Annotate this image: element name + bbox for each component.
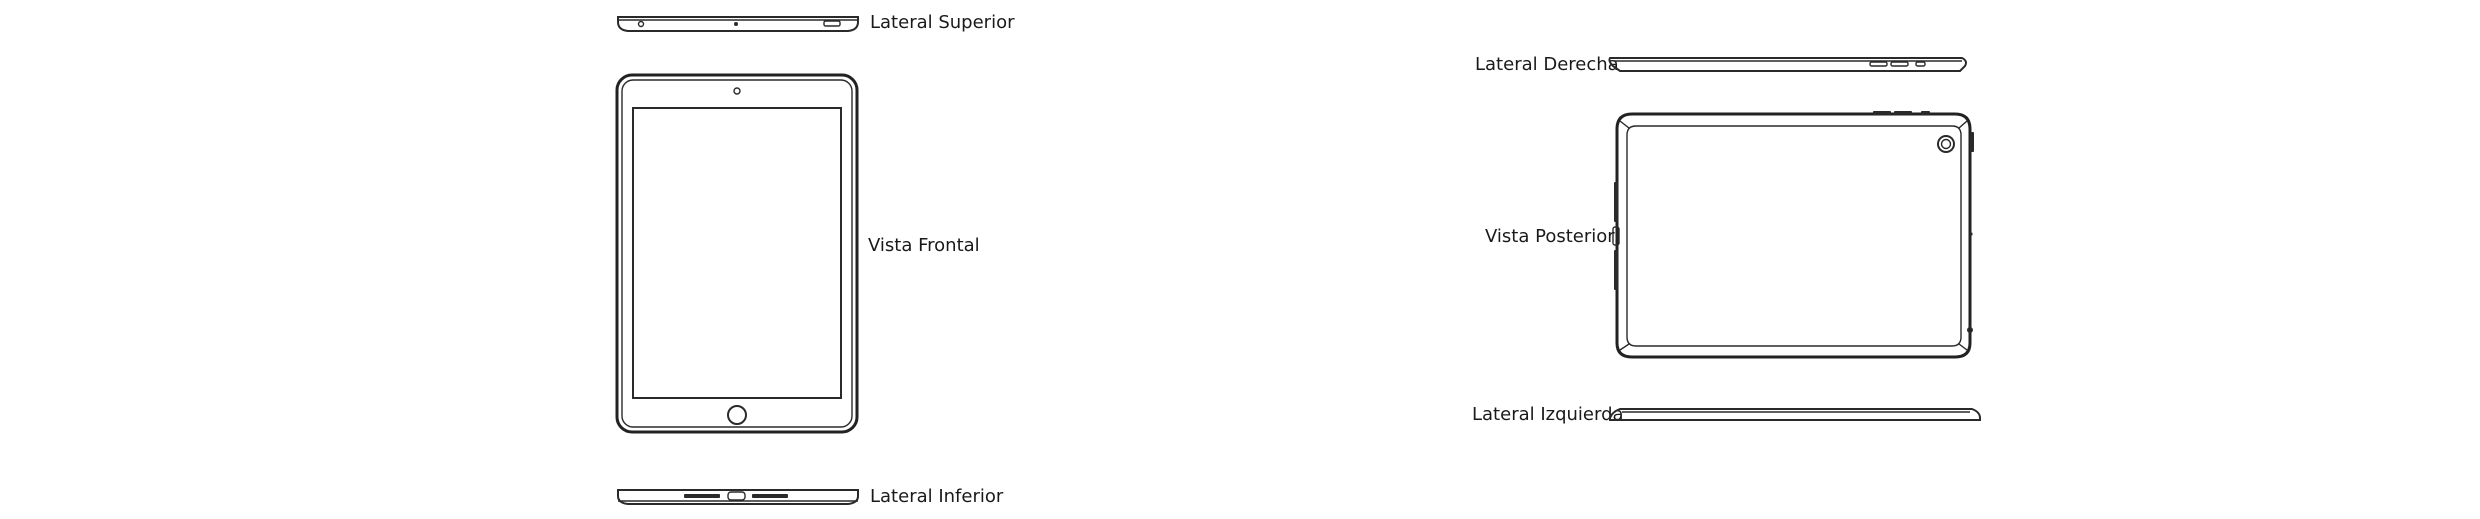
bottom-side-label: Lateral Inferior [870,486,1004,507]
bottom-side-view [617,489,859,505]
top-volume-button-2 [1894,111,1912,115]
top-mute-switch [1921,111,1930,115]
tablet-views-diagram: Lateral Superior Vista Frontal Lateral I… [615,12,1981,507]
left-edge-speaker-2 [1614,250,1618,290]
volume-up-button [1890,61,1909,67]
back-view [1612,111,1974,359]
headphone-jack-icon [637,20,645,28]
sleep-wake-button [823,20,841,27]
right-edge-button [1970,132,1974,152]
top-side-view [617,16,859,32]
right-side-label: Lateral Derecha [1475,54,1619,75]
right-side-view [1608,57,1967,72]
rear-camera-lens-icon [1940,138,1952,150]
left-side-view [1609,408,1981,421]
dock-connector-icon [727,491,746,501]
rear-camera-icon [1937,135,1955,153]
right-speaker-grille [752,494,788,498]
back-view-label: Vista Posterior [1485,226,1615,247]
top-volume-button-1 [1873,111,1891,115]
home-button-icon [727,405,747,425]
left-edge-speaker [1614,182,1618,222]
top-side-label: Lateral Superior [870,12,1015,33]
mute-switch [1915,61,1926,67]
left-side-label: Lateral Izquierda [1472,404,1624,425]
microphone-icon [734,22,738,26]
front-view [615,73,859,434]
front-view-label: Vista Frontal [868,235,980,256]
front-camera-icon [733,87,741,95]
right-edge-mic-icon [1969,232,1973,236]
left-speaker-grille [684,494,720,498]
screen [632,107,842,399]
volume-down-button [1869,61,1888,67]
